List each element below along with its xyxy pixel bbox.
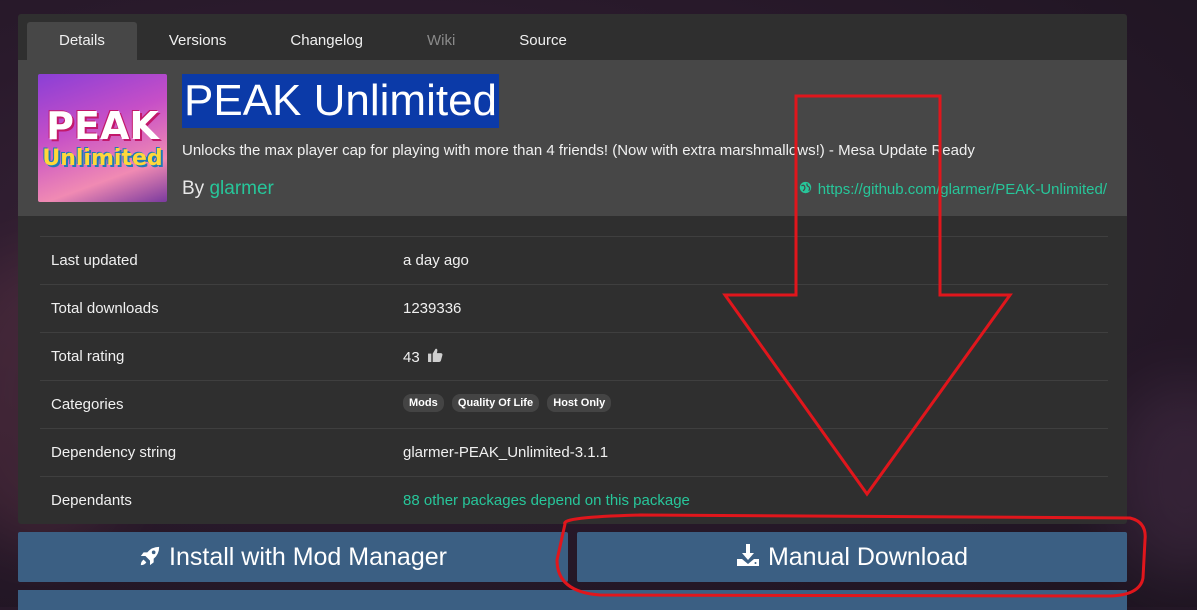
row-label: Total downloads — [51, 300, 159, 317]
install-button-label: Install with Mod Manager — [169, 543, 447, 571]
category-badges: Mods Quality Of Life Host Only — [403, 394, 615, 415]
globe-icon — [799, 181, 812, 198]
tab-changelog[interactable]: Changelog — [258, 22, 395, 60]
tab-source[interactable]: Source — [487, 22, 599, 60]
rating-value: 43 — [403, 349, 420, 366]
download-icon — [736, 533, 760, 583]
tab-versions[interactable]: Versions — [137, 22, 259, 60]
package-logo: PEAK Unlimited — [38, 74, 167, 202]
dependants-link[interactable]: 88 other packages depend on this package — [403, 492, 690, 509]
package-panel: Details Versions Changelog Wiki Source P… — [18, 14, 1127, 524]
repo-url[interactable]: https://github.com/glarmer/PEAK-Unlimite… — [818, 181, 1107, 198]
manual-button-label: Manual Download — [767, 543, 969, 571]
row-label: Total rating — [51, 348, 125, 365]
row-value: a day ago — [403, 252, 469, 269]
manual-download-button[interactable]: Manual Download — [577, 532, 1127, 582]
thumbs-up-icon[interactable] — [427, 348, 443, 365]
info-row-last-updated: Last updated a day ago — [40, 236, 1108, 284]
row-value: 43 — [403, 348, 443, 366]
package-info-table: Last updated a day ago Total downloads 1… — [40, 236, 1108, 524]
install-with-mod-manager-button[interactable]: Install with Mod Manager — [18, 532, 568, 582]
category-badge[interactable]: Mods — [403, 394, 444, 412]
package-description: Unlocks the max player cap for playing w… — [182, 142, 975, 159]
row-label: Last updated — [51, 252, 138, 269]
row-value: 1239336 — [403, 300, 462, 317]
next-section-strip — [18, 590, 1127, 610]
package-title: PEAK Unlimited — [182, 74, 500, 128]
row-label: Dependants — [51, 492, 132, 509]
info-row-total-rating: Total rating 43 — [40, 332, 1108, 380]
package-header: PEAK Unlimited PEAK Unlimited Unlocks th… — [18, 60, 1127, 216]
info-row-dependants: Dependants 88 other packages depend on t… — [40, 476, 1108, 524]
row-value: glarmer-PEAK_Unlimited-3.1.1 — [403, 444, 609, 461]
logo-text-top: PEAK — [46, 104, 159, 148]
logo-text-bottom: Unlimited — [42, 146, 163, 171]
tab-wiki: Wiki — [426, 32, 456, 49]
rocket-icon — [139, 533, 161, 583]
row-label: Dependency string — [51, 444, 177, 461]
author-line: By glarmer — [182, 178, 274, 200]
tab-details[interactable]: Details — [27, 22, 137, 60]
category-badge[interactable]: Quality Of Life — [451, 394, 540, 412]
row-label: Categories — [51, 396, 124, 413]
tab-bar: Details Versions Changelog Wiki Source — [27, 22, 599, 60]
info-row-categories: Categories Mods Quality Of Life Host Onl… — [40, 380, 1108, 428]
by-label: By — [182, 178, 205, 199]
info-row-dependency-string: Dependency string glarmer-PEAK_Unlimited… — [40, 428, 1108, 476]
info-row-total-downloads: Total downloads 1239336 — [40, 284, 1108, 332]
repo-link[interactable]: https://github.com/glarmer/PEAK-Unlimite… — [799, 181, 1107, 198]
author-link[interactable]: glarmer — [209, 178, 273, 199]
category-badge[interactable]: Host Only — [547, 394, 612, 412]
